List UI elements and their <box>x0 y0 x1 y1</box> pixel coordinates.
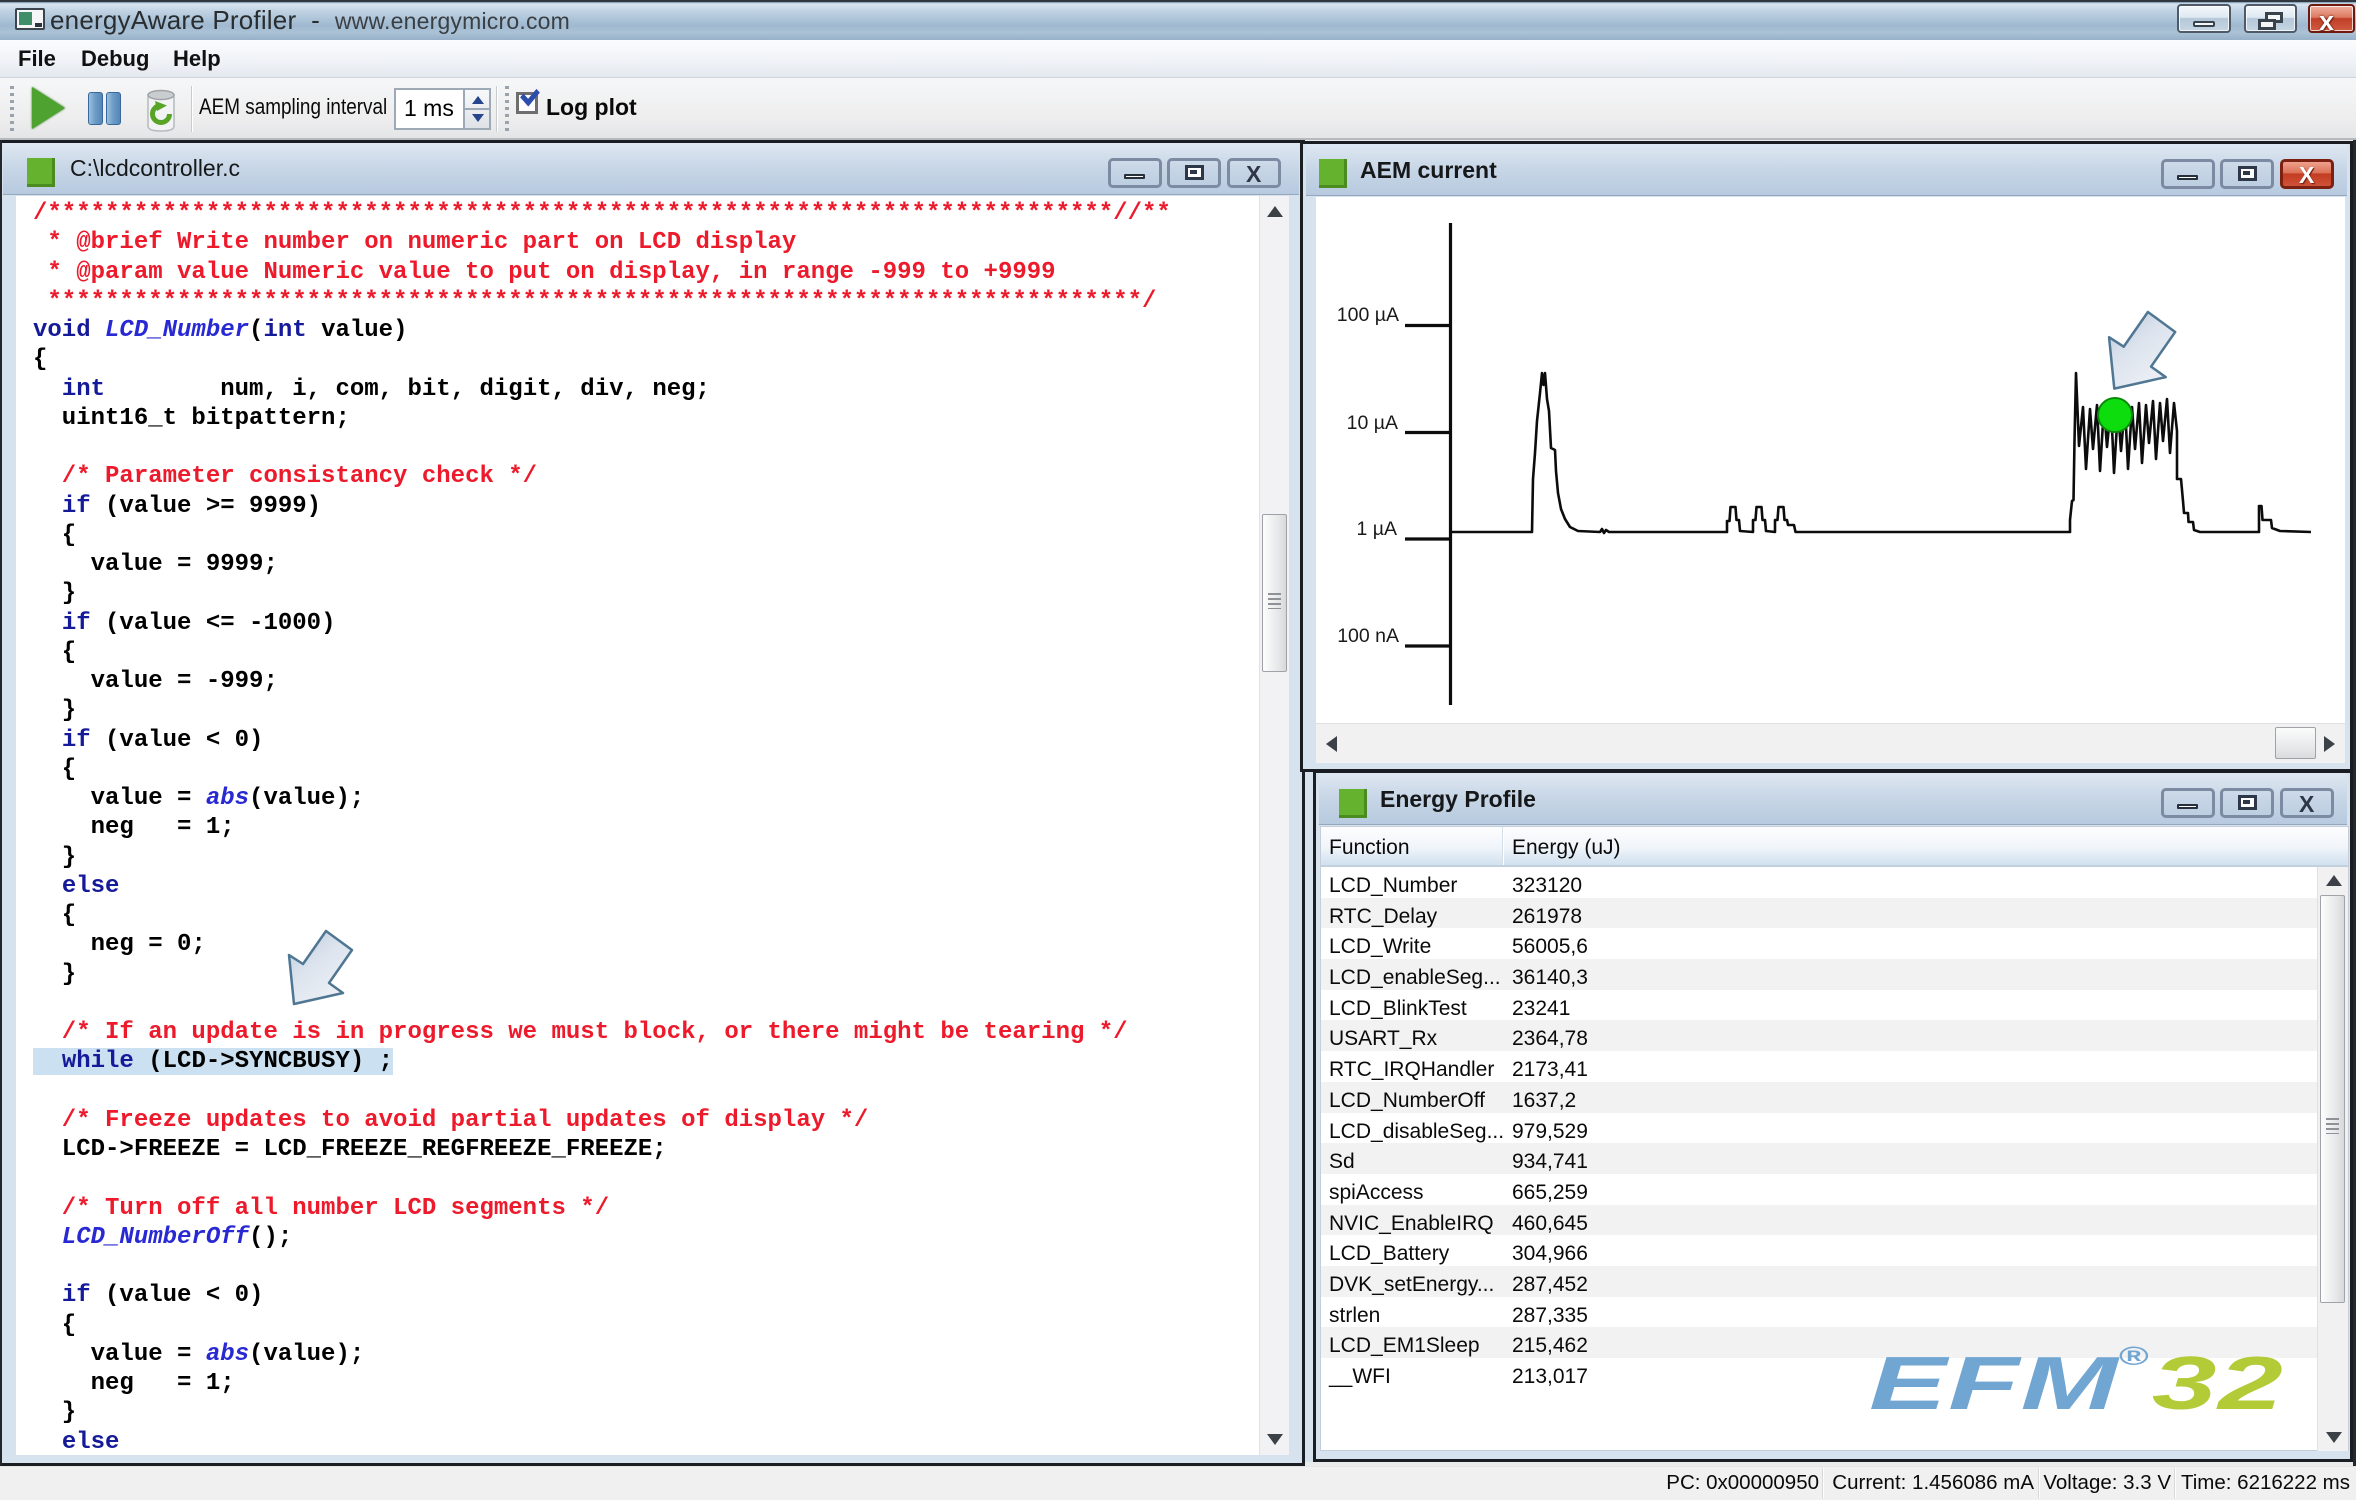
svg-text:100 µA: 100 µA <box>1337 304 1399 326</box>
svg-text:10 µA: 10 µA <box>1347 412 1398 434</box>
svg-text:100 nA: 100 nA <box>1337 625 1399 647</box>
svg-text:1 µA: 1 µA <box>1356 518 1397 540</box>
